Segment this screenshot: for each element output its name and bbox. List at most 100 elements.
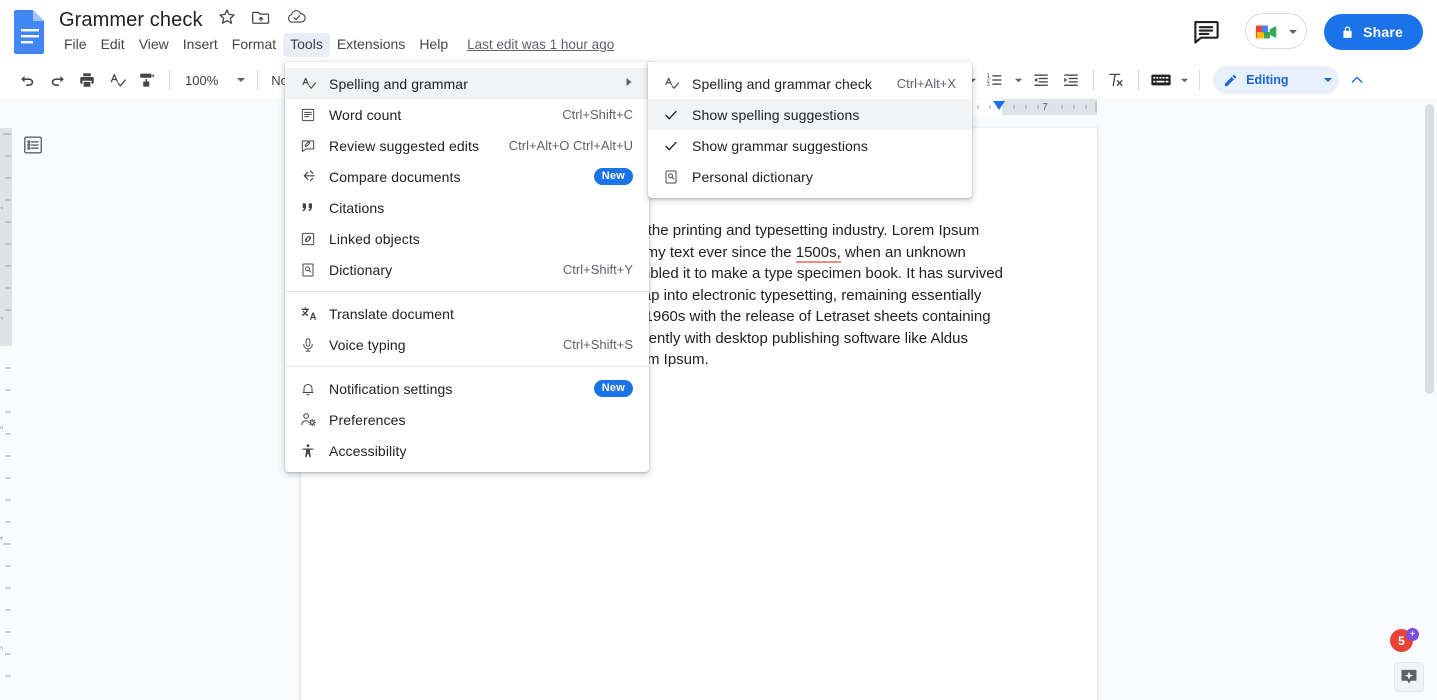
submenu-item-personal-dictionary[interactable]: Personal dictionary (648, 161, 972, 192)
tools-item-compare-documents[interactable]: Compare documents New (285, 161, 649, 192)
menu-edit[interactable]: Edit (94, 33, 132, 57)
menu-item-shortcut: Ctrl+Alt+O Ctrl+Alt+U (508, 138, 633, 153)
notification-count: 5 (1398, 633, 1405, 648)
menu-item-shortcut: Ctrl+Shift+S (562, 337, 633, 352)
zoom-selector[interactable]: 100% (177, 70, 250, 91)
docs-logo-icon[interactable] (12, 8, 48, 54)
menu-item-shortcut: Ctrl+Shift+C (562, 107, 633, 122)
menu-item-label: Spelling and grammar (329, 75, 468, 92)
menu-format[interactable]: Format (225, 33, 283, 57)
compare-documents-icon (297, 167, 319, 187)
preferences-icon (297, 410, 319, 430)
menu-item-label: Notification settings (329, 380, 453, 397)
clear-formatting-icon[interactable] (1102, 66, 1130, 94)
last-edit-link[interactable]: Last edit was 1 hour ago (467, 36, 614, 53)
notification-plus-label: + (1409, 629, 1416, 640)
bell-icon (297, 379, 319, 399)
accessibility-icon (297, 441, 319, 461)
numbered-list-icon[interactable]: 1 2 3 (981, 66, 1009, 94)
keyboard-caret-icon[interactable] (1176, 67, 1192, 93)
title-block: Grammer check (57, 4, 310, 36)
explore-button[interactable] (1394, 662, 1424, 692)
review-edits-icon (297, 136, 319, 156)
menu-separator (285, 366, 649, 367)
tools-item-spelling-and-grammar[interactable]: Spelling and grammar (285, 68, 649, 99)
star-icon[interactable] (217, 7, 241, 31)
menu-item-label: Accessibility (329, 442, 407, 459)
tools-item-dictionary[interactable]: Dictionary Ctrl+Shift+Y (285, 254, 649, 285)
undo-icon[interactable] (13, 66, 41, 94)
spelling-error-word[interactable]: 1500s, (795, 243, 841, 263)
spellcheck-icon[interactable] (103, 66, 131, 94)
menu-tools[interactable]: Tools (283, 33, 330, 57)
google-meet-button[interactable] (1245, 13, 1307, 49)
decrease-indent-icon[interactable] (1027, 66, 1055, 94)
increase-indent-icon[interactable] (1057, 66, 1085, 94)
menu-item-label: Word count (329, 106, 402, 123)
editing-label: Editing (1246, 73, 1289, 87)
paint-format-icon[interactable] (133, 66, 161, 94)
editing-mode-button[interactable]: Editing (1213, 66, 1339, 94)
spelling-and-grammar-submenu[interactable]: Spelling and grammar check Ctrl+Alt+X Show… (648, 62, 972, 198)
tools-item-notification-settings[interactable]: Notification settings New (285, 373, 649, 404)
menu-help[interactable]: Help (412, 33, 455, 57)
menu-separator (285, 291, 649, 292)
tools-item-review-suggested-edits[interactable]: Review suggested edits Ctrl+Alt+O Ctrl+Al… (285, 130, 649, 161)
cloud-saved-icon[interactable] (286, 7, 310, 31)
share-button[interactable]: Share (1324, 14, 1423, 50)
vertical-scrollbar[interactable] (1421, 98, 1437, 700)
tools-item-linked-objects[interactable]: Linked objects (285, 223, 649, 254)
menu-item-label: Personal dictionary (692, 168, 813, 185)
menu-file[interactable]: File (57, 33, 94, 57)
tools-item-accessibility[interactable]: Accessibility (285, 435, 649, 466)
collapse-toolbar-button[interactable] (1343, 66, 1371, 94)
menu-extensions[interactable]: Extensions (330, 33, 412, 57)
menu-item-label: Review suggested edits (329, 137, 480, 154)
menu-item-label: Translate document (329, 305, 455, 322)
new-badge: New (593, 380, 633, 397)
chevron-down-icon (1289, 30, 1297, 34)
tools-dropdown-menu[interactable]: Spelling and grammar Word count Ctrl+Shift… (285, 62, 649, 472)
menu-bar: File Edit View Insert Format Tools Extensions H… (57, 33, 614, 57)
keyboard-input-tools-icon[interactable] (1147, 66, 1175, 94)
svg-text:7: 7 (1042, 102, 1048, 113)
spellcheck-icon (660, 74, 682, 94)
menu-view[interactable]: View (132, 33, 176, 57)
tools-item-word-count[interactable]: Word count Ctrl+Shift+C (285, 99, 649, 130)
chevron-down-icon (1323, 78, 1332, 82)
menu-item-label: Spelling and grammar check (692, 75, 873, 92)
linked-objects-icon (297, 229, 319, 249)
svg-text:3: 3 (0, 426, 5, 430)
notification-plus-badge[interactable]: + (1406, 628, 1419, 641)
tools-item-preferences[interactable]: Preferences (285, 404, 649, 435)
redo-icon[interactable] (43, 66, 71, 94)
dictionary-icon (297, 260, 319, 280)
numbered-list-caret-icon[interactable] (1010, 67, 1026, 93)
vertical-scroll-thumb[interactable] (1425, 104, 1434, 394)
menu-item-label: Dictionary (329, 261, 393, 278)
print-icon[interactable] (73, 66, 101, 94)
submenu-item-show-spelling-suggestions[interactable]: Show spelling suggestions (648, 99, 972, 130)
menu-item-shortcut: Ctrl+Alt+X (896, 76, 956, 91)
submenu-item-spelling-and-grammar-check[interactable]: Spelling and grammar check Ctrl+Alt+X (648, 68, 972, 99)
citations-icon (297, 198, 319, 218)
word-count-icon (297, 105, 319, 125)
submenu-item-show-grammar-suggestions[interactable]: Show grammar suggestions (648, 130, 972, 161)
tools-item-translate-document[interactable]: Translate document (285, 298, 649, 329)
tools-item-voice-typing[interactable]: Voice typing Ctrl+Shift+S (285, 329, 649, 360)
share-label: Share (1363, 24, 1403, 40)
comment-history-icon[interactable] (1189, 15, 1223, 49)
chevron-down-icon (237, 78, 246, 82)
document-title[interactable]: Grammer check (57, 4, 207, 36)
document-outline-icon[interactable] (22, 134, 44, 156)
tools-item-citations[interactable]: Citations (285, 192, 649, 223)
menu-item-label: Citations (329, 199, 385, 216)
dictionary-icon (660, 167, 682, 187)
microphone-icon (297, 335, 319, 355)
check-icon (660, 105, 682, 125)
menu-item-label: Preferences (329, 411, 406, 428)
vertical-ruler[interactable]: 1 2 3 4 5 (0, 116, 12, 700)
menu-insert[interactable]: Insert (176, 33, 225, 57)
move-to-folder-icon[interactable] (251, 7, 275, 31)
pencil-icon (1225, 74, 1237, 86)
